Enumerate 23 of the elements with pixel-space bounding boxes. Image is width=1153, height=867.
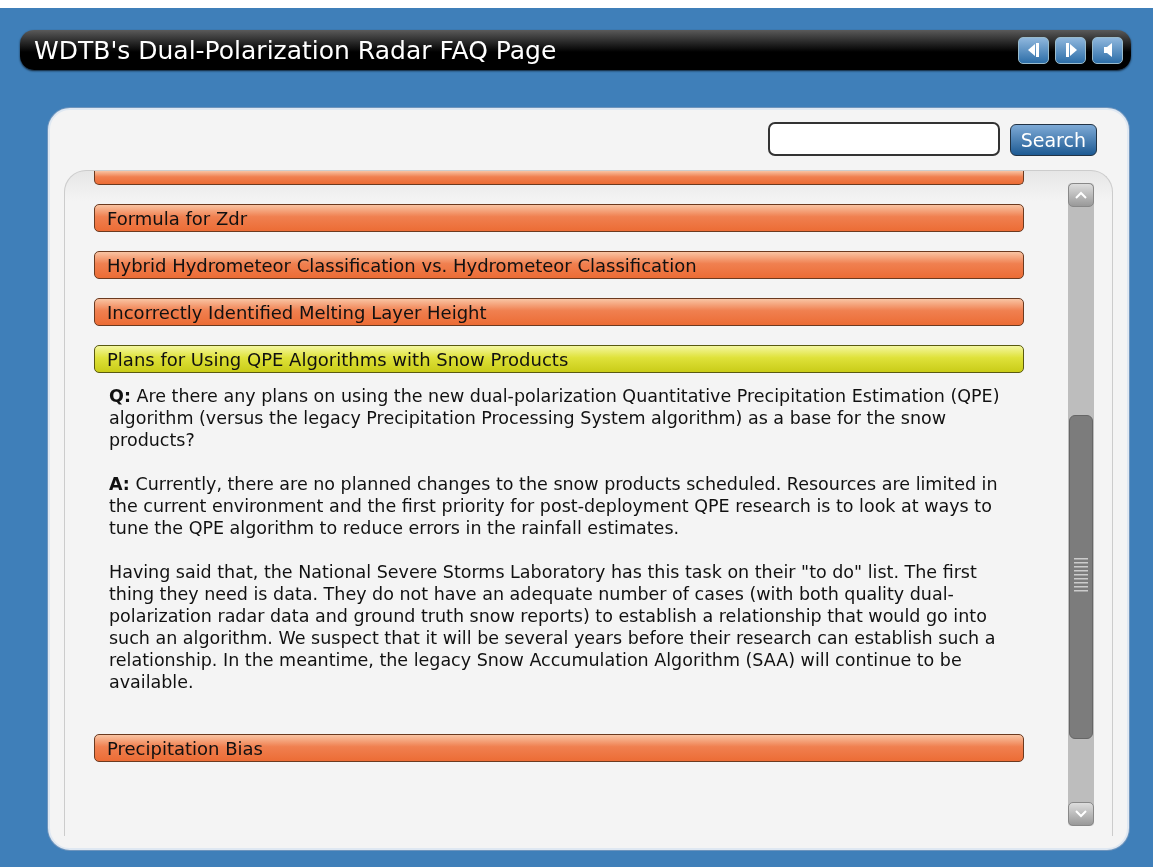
answer-paragraph: A: Currently, there are no planned changes to the snow products scheduled. Resources are limited in the current environment and the first priority for post-deployment QPE research is to look at ways to tune the QPE algorithm to reduce errors in the rainfall estimates. [109,473,999,539]
answer-paragraph: Having said that, the National Severe Storms Laboratory has this task on their "to do" list. The first thing they need is data. They do not have an adequate number of cases (with both quality dual-polarization radar data and ground truth snow reports) to establish a relationship that would go into such an algorithm. We suspect that it will be several years before their research can establish such a relationship. In the meantime, the legacy Snow Accumulation Algorithm (SAA) will continue to be available. [109,561,997,693]
chevron-down-icon [1075,810,1087,818]
faq-topic[interactable]: Hybrid Hydrometeor Classification vs. Hydrometeor Classification [94,251,1024,279]
next-button[interactable] [1055,36,1086,64]
previous-icon [1026,41,1041,59]
next-icon [1063,41,1078,59]
audio-button[interactable] [1092,36,1123,64]
window-title: WDTB's Dual-Polarization Radar FAQ Page [34,35,558,65]
scroll-up-button[interactable] [1068,183,1094,207]
scroll-thumb[interactable] [1069,415,1093,739]
search-button[interactable]: Search [1009,124,1097,156]
faq-topic[interactable]: Incorrectly Identified Melting Layer Height [94,298,1024,326]
answer-paragraph: Q: Are there any plans on using the new dual-polarization Quantitative Precipitation Estimation (QPE) algorithm (versus the legacy Precipitation Processing System algorithm) as a base for the snow products? [109,385,1001,451]
previous-button[interactable] [1018,36,1049,64]
scrollbar[interactable] [1068,183,1094,826]
faq-topic-bar[interactable] [94,171,1024,185]
search-field[interactable] [767,122,1000,156]
faq-topic[interactable]: Formula for Zdr [94,204,1024,232]
scroll-down-button[interactable] [1068,802,1094,826]
faq-topic[interactable]: Precipitation Bias [94,734,1024,762]
faq-topic[interactable]: Plans for Using QPE Algorithms with Snow Products [94,345,1024,373]
chevron-up-icon [1075,191,1087,199]
